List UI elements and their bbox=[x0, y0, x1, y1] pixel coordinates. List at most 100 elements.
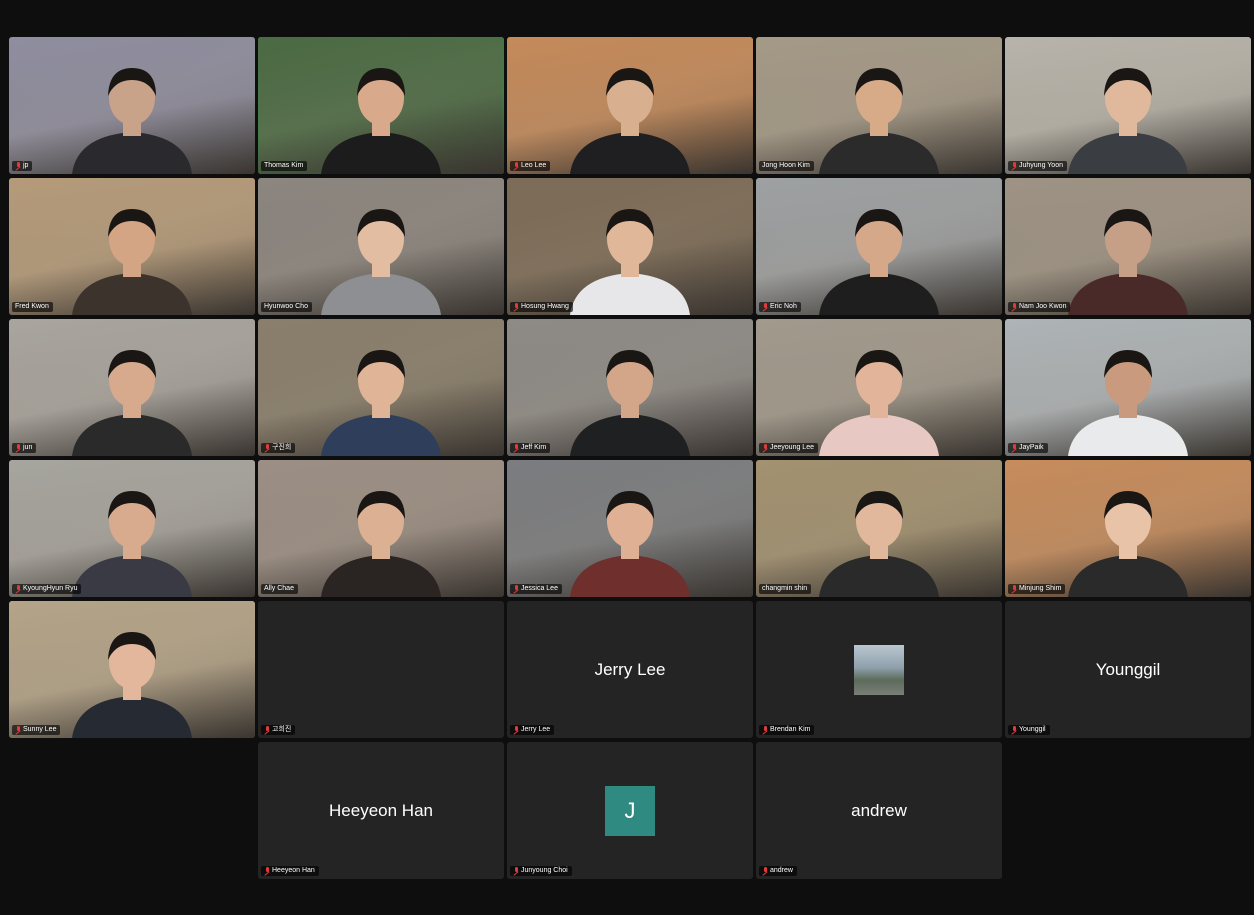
participant-video bbox=[57, 477, 207, 597]
participant-video bbox=[804, 477, 954, 597]
participant-silhouette bbox=[72, 632, 192, 738]
participant-tile-fred-kwon[interactable]: Fred Kwon bbox=[9, 178, 255, 315]
participant-tile-jun[interactable]: jun bbox=[9, 319, 255, 456]
participant-video bbox=[1053, 54, 1203, 174]
participant-name-label: Fred Kwon bbox=[15, 303, 49, 310]
participant-tile-juhyung-yoon[interactable]: Juhyung Yoon bbox=[1005, 37, 1251, 174]
participant-tile-hosung-hwang[interactable]: Hosung Hwang bbox=[507, 178, 753, 315]
participant-video bbox=[1053, 477, 1203, 597]
participant-name-label: Junyoung Choi bbox=[521, 867, 568, 874]
participant-name-label: Hosung Hwang bbox=[521, 303, 569, 310]
participant-silhouette bbox=[1068, 68, 1188, 174]
participant-name-label: Jerry Lee bbox=[521, 726, 551, 733]
participant-body bbox=[321, 273, 441, 315]
participant-nameplate: Juhyung Yoon bbox=[1008, 161, 1067, 171]
participant-nameplate: jun bbox=[12, 443, 37, 453]
participant-tile-participant-22[interactable]: 고희진 bbox=[258, 601, 504, 738]
participant-name-label: jun bbox=[23, 444, 33, 451]
participant-tile-eric-noh[interactable]: Eric Noh bbox=[756, 178, 1002, 315]
participant-silhouette bbox=[72, 68, 192, 174]
participant-body bbox=[72, 555, 192, 597]
participant-nameplate: Jeeyoung Lee bbox=[759, 443, 818, 453]
participant-tile-minjung-shim[interactable]: Minjung Shim bbox=[1005, 460, 1251, 597]
participant-name-label: 고희진 bbox=[272, 726, 292, 733]
participant-display-name: Jerry Lee bbox=[594, 659, 666, 679]
participant-silhouette bbox=[819, 491, 939, 597]
participant-body bbox=[570, 273, 690, 315]
participant-nameplate: jp bbox=[12, 161, 33, 171]
participant-video bbox=[306, 477, 456, 597]
participant-tile-changmin-shin[interactable]: changmin shin bbox=[756, 460, 1002, 597]
participant-tile-sunny-lee[interactable]: Sunny Lee bbox=[9, 601, 255, 738]
participant-tile-andrew[interactable]: andrew andrew bbox=[756, 742, 1002, 879]
participant-nameplate: KyoungHyun Ryu bbox=[12, 584, 82, 594]
participant-name-label: Hyunwoo Cho bbox=[264, 303, 308, 310]
muted-mic-icon bbox=[762, 303, 768, 311]
participant-tile-junyoung-choi[interactable]: J Junyoung Choi bbox=[507, 742, 753, 879]
participant-body bbox=[321, 414, 441, 456]
participant-tile-jessica-lee[interactable]: Jessica Lee bbox=[507, 460, 753, 597]
participant-name-label: Jessica Lee bbox=[521, 585, 558, 592]
participant-tile-thomas-kim[interactable]: Thomas Kim bbox=[258, 37, 504, 174]
participant-body bbox=[570, 414, 690, 456]
participant-video bbox=[57, 54, 207, 174]
participant-name-label: Younggil bbox=[1019, 726, 1046, 733]
participant-video bbox=[306, 336, 456, 456]
participant-silhouette bbox=[72, 209, 192, 315]
participant-tile-jp[interactable]: jp bbox=[9, 37, 255, 174]
participant-silhouette bbox=[819, 350, 939, 456]
muted-mic-icon bbox=[513, 867, 519, 875]
participant-nameplate: Leo Lee bbox=[510, 161, 551, 171]
participant-tile-jeff-kim[interactable]: Jeff Kim bbox=[507, 319, 753, 456]
participant-nameplate: Fred Kwon bbox=[12, 302, 53, 312]
participant-name-label: 구진희 bbox=[272, 444, 292, 451]
participant-name-label: Ally Chae bbox=[264, 585, 294, 592]
participant-body bbox=[72, 414, 192, 456]
participant-silhouette bbox=[321, 68, 441, 174]
participant-body bbox=[1068, 414, 1188, 456]
participant-silhouette bbox=[570, 491, 690, 597]
participant-body bbox=[72, 132, 192, 174]
participant-tile-participant-12[interactable]: 구진희 bbox=[258, 319, 504, 456]
muted-mic-icon bbox=[15, 444, 21, 452]
participant-body bbox=[819, 132, 939, 174]
participant-tile-jaypaik[interactable]: JayPaik bbox=[1005, 319, 1251, 456]
participant-tile-jeeyoung-lee[interactable]: Jeeyoung Lee bbox=[756, 319, 1002, 456]
participant-body bbox=[1068, 132, 1188, 174]
muted-mic-icon bbox=[15, 162, 21, 170]
participant-nameplate: 구진희 bbox=[261, 443, 296, 453]
participant-nameplate: Thomas Kim bbox=[261, 161, 308, 171]
participant-nameplate: JayPaik bbox=[1008, 443, 1048, 453]
participant-body bbox=[1068, 273, 1188, 315]
muted-mic-icon bbox=[1011, 726, 1017, 734]
participant-display-name: Younggil bbox=[1095, 659, 1161, 679]
participant-nameplate: 고희진 bbox=[261, 725, 296, 735]
participant-nameplate: Eric Noh bbox=[759, 302, 801, 312]
muted-mic-icon bbox=[762, 444, 768, 452]
participant-name-label: JayPaik bbox=[1019, 444, 1044, 451]
participant-body bbox=[72, 696, 192, 738]
participant-nameplate: Hosung Hwang bbox=[510, 302, 573, 312]
participant-tile-nam-joo-kwon[interactable]: Nam Joo Kwon bbox=[1005, 178, 1251, 315]
participant-tile-kyounghyun-ryu[interactable]: KyoungHyun Ryu bbox=[9, 460, 255, 597]
participant-video bbox=[555, 477, 705, 597]
participant-tile-heeyeon-han[interactable]: Heeyeon Han Heeyeon Han bbox=[258, 742, 504, 879]
muted-mic-icon bbox=[513, 162, 519, 170]
participant-nameplate: Hyunwoo Cho bbox=[261, 302, 312, 312]
participant-nameplate: Jessica Lee bbox=[510, 584, 562, 594]
participant-video bbox=[555, 195, 705, 315]
participant-tile-hyunwoo-cho[interactable]: Hyunwoo Cho bbox=[258, 178, 504, 315]
participant-nameplate: Junyoung Choi bbox=[510, 866, 572, 876]
participant-name-label: Brendan Kim bbox=[770, 726, 811, 733]
participant-name-label: Jeff Kim bbox=[521, 444, 547, 451]
participant-video bbox=[306, 54, 456, 174]
participant-tile-younggil[interactable]: Younggil Younggil bbox=[1005, 601, 1251, 738]
participant-tile-brendan-kim[interactable]: Brendan Kim bbox=[756, 601, 1002, 738]
participant-name-label: andrew bbox=[770, 867, 793, 874]
participant-body bbox=[1068, 555, 1188, 597]
participant-name-label: Jeeyoung Lee bbox=[770, 444, 814, 451]
participant-tile-jerry-lee[interactable]: Jerry Lee Jerry Lee bbox=[507, 601, 753, 738]
participant-tile-ally-chae[interactable]: Ally Chae bbox=[258, 460, 504, 597]
participant-tile-jong-hoon-kim[interactable]: Jong Hoon Kim bbox=[756, 37, 1002, 174]
participant-tile-leo-lee[interactable]: Leo Lee bbox=[507, 37, 753, 174]
